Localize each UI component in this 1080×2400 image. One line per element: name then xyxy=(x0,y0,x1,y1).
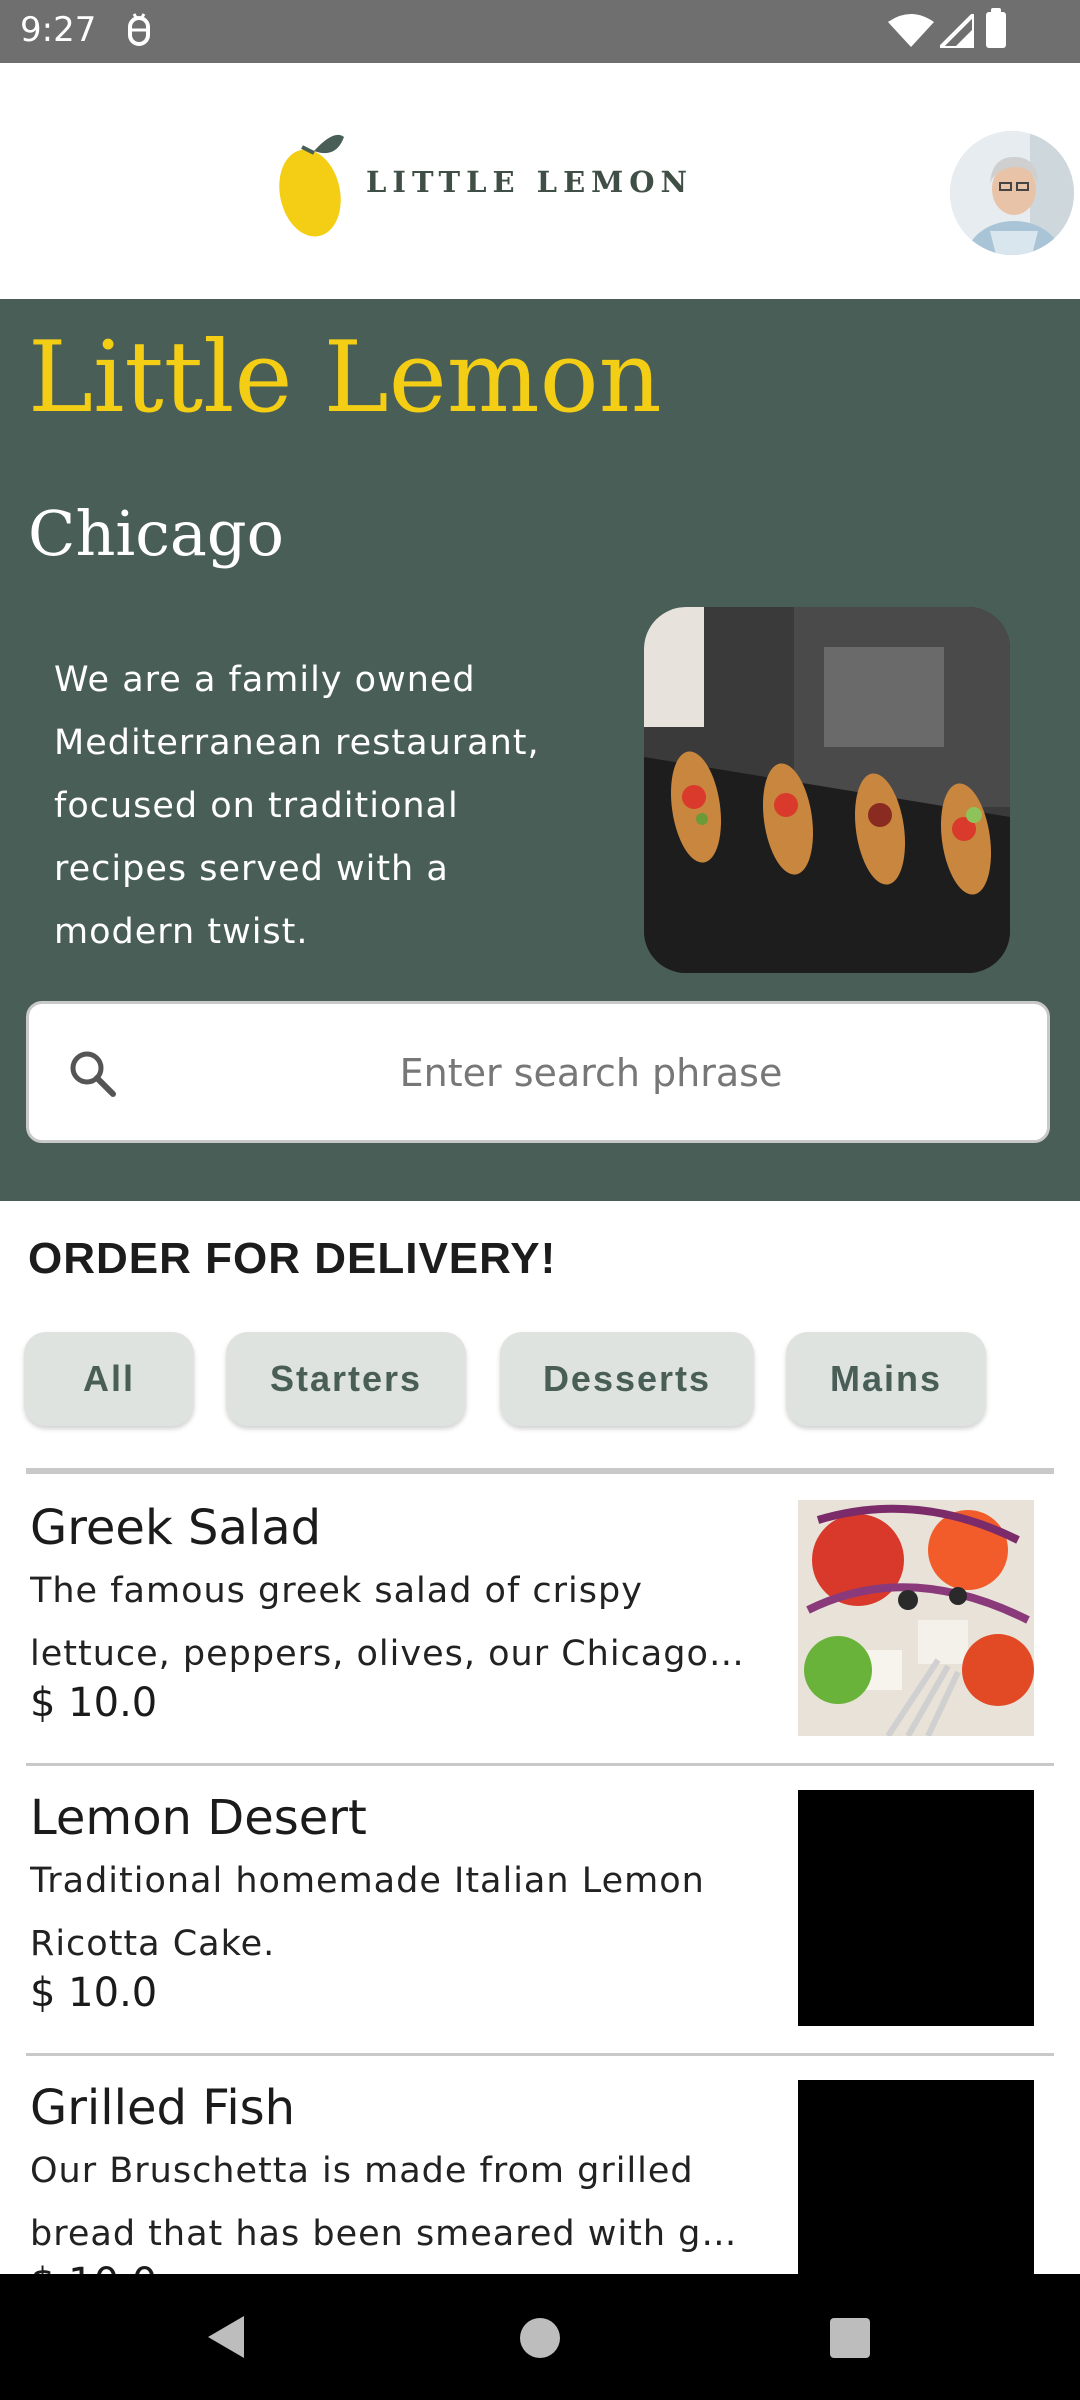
signal-icon xyxy=(940,14,974,48)
menu-item-image xyxy=(798,1500,1034,1736)
category-chip-all[interactable]: All xyxy=(24,1332,194,1426)
hero-image xyxy=(644,607,1010,973)
menu-item-title: Lemon Desert xyxy=(30,1790,367,1846)
greek-salad-photo xyxy=(798,1500,1034,1736)
profile-photo xyxy=(950,131,1074,255)
search-icon xyxy=(70,1051,116,1097)
lemon-logo-icon xyxy=(279,134,344,237)
menu-item-description: The famous greek salad of crispy lettuce… xyxy=(30,1571,745,1674)
hero-banner: Little Lemon Chicago We are a family own… xyxy=(0,299,1080,1201)
status-time: 9:27 xyxy=(20,10,97,50)
menu-item-image xyxy=(798,1790,1034,2026)
system-nav-bar xyxy=(0,2274,1080,2400)
status-bar: 9:27 xyxy=(0,0,1080,63)
back-icon[interactable] xyxy=(206,2314,246,2360)
item-divider xyxy=(26,2053,1054,2056)
logo: LITTLE LEMON xyxy=(276,123,687,243)
category-chip-mains[interactable]: Mains xyxy=(786,1332,986,1426)
recents-icon[interactable] xyxy=(830,2318,870,2358)
hero-description: We are a family owned Mediterranean rest… xyxy=(54,660,540,952)
logo-text: LITTLE LEMON xyxy=(366,165,694,199)
battery-icon xyxy=(986,8,1006,48)
menu-item-title: Grilled Fish xyxy=(30,2080,296,2136)
category-chip-desserts[interactable]: Desserts xyxy=(500,1332,754,1426)
profile-avatar[interactable] xyxy=(950,131,1074,255)
category-chip-starters[interactable]: Starters xyxy=(226,1332,466,1426)
debug-icon xyxy=(128,13,150,46)
hero-title: Little Lemon xyxy=(28,321,662,435)
section-divider xyxy=(26,1468,1054,1474)
menu-item-price: $ 10.0 xyxy=(30,1680,158,1726)
app-header: LITTLE LEMON xyxy=(0,63,1080,299)
menu-item-title: Greek Salad xyxy=(30,1500,322,1556)
item-divider xyxy=(26,1763,1054,1766)
order-heading: ORDER FOR DELIVERY! xyxy=(28,1234,557,1283)
menu-item-lemon-desert[interactable]: Lemon Desert Traditional homemade Italia… xyxy=(0,1790,1080,2080)
search-box[interactable] xyxy=(26,1001,1050,1143)
hero-photo xyxy=(644,607,1010,973)
home-icon[interactable] xyxy=(520,2318,560,2358)
wifi-icon xyxy=(888,14,934,47)
search-input[interactable] xyxy=(159,1004,1023,1142)
menu-item-greek-salad[interactable]: Greek Salad The famous greek salad of cr… xyxy=(0,1500,1080,1790)
menu-item-description: Our Bruschetta is made from grilled brea… xyxy=(30,2151,738,2254)
menu-item-description: Traditional homemade Italian Lemon Ricot… xyxy=(30,1861,705,1964)
hero-city: Chicago xyxy=(28,497,284,570)
menu-item-price: $ 10.0 xyxy=(30,1970,158,2016)
